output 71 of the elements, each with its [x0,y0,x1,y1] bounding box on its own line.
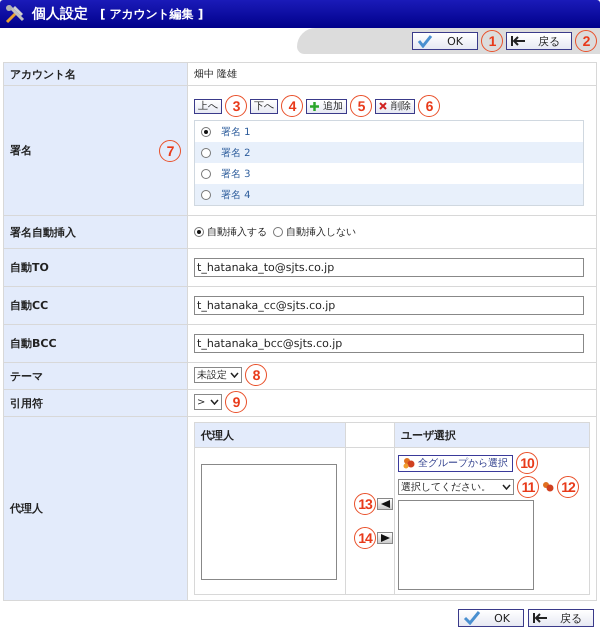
callout-number: 3 [225,95,247,117]
field-label: アカウント名 [4,62,188,86]
signature-item[interactable]: 署名 1 [221,124,251,138]
callout-number: 2 [575,30,597,52]
page-subtitle: [ アカウント編集 ] [100,6,204,22]
move-left-button[interactable] [377,498,393,510]
radio-button[interactable] [201,168,211,178]
callout-number: 12 [557,476,579,498]
ok-button[interactable]: OK [458,609,524,627]
signature-item[interactable]: 署名 2 [221,146,251,160]
proxy-list[interactable] [201,464,337,580]
account-name: 畑中 隆雄 [194,69,238,80]
callout-number: 7 [159,140,181,162]
back-arrow-icon [533,611,549,625]
callout-number: 14 [354,527,376,549]
input-field[interactable]: t_hatanaka_bcc@sjts.co.jp [194,334,584,353]
chevron-down-icon [230,372,239,378]
back-arrow-icon [511,34,527,48]
callout-number: 11 [517,476,539,498]
callout-number: 4 [281,95,303,117]
group-select-button[interactable]: 全グループから選択 [398,454,513,472]
input-field[interactable]: t_hatanaka_cc@sjts.co.jp [194,296,584,315]
move-button[interactable]: 上へ [194,98,222,114]
chevron-down-icon [210,399,219,405]
column-header: ユーザ選択 [394,422,590,448]
cross-icon [379,102,387,110]
signature-item[interactable]: 署名 3 [221,166,251,180]
radio-label: 自動挿入する [207,226,267,239]
chevron-down-icon [502,484,511,490]
radio-button[interactable] [273,227,283,237]
check-icon [417,34,433,48]
callout-number: 13 [354,493,376,515]
quote-select[interactable]: > [194,394,222,410]
group-select[interactable]: 選択してください。 [398,479,514,495]
plus-icon [310,102,319,110]
signature-item[interactable]: 署名 4 [221,188,251,202]
field-label: 代理人 [4,416,188,600]
field-label: 引用符 [4,390,188,416]
callout-number: 1 [481,30,503,52]
move-button[interactable]: 下へ [250,98,278,114]
theme-select[interactable]: 未設定 [194,367,242,383]
page-title: 個人設定 [32,5,88,23]
people-icon [403,457,415,469]
check-icon [463,611,481,625]
tools-icon [4,3,26,25]
callout-number: 9 [225,391,247,413]
radio-button[interactable] [194,227,204,237]
field-label: 自動BCC [4,324,188,362]
radio-button[interactable] [201,148,211,158]
input-field[interactable]: t_hatanaka_to@sjts.co.jp [194,258,584,277]
radio-label: 自動挿入しない [286,226,356,239]
ok-button[interactable]: OK [412,32,478,50]
move-right-button[interactable] [377,532,393,544]
callout-number: 8 [245,364,267,386]
people-icon[interactable] [542,481,554,493]
back-button[interactable]: 戻る [528,609,594,627]
radio-button[interactable] [201,190,211,200]
callout-number: 5 [350,95,372,117]
delete-button[interactable]: 削除 [375,98,415,114]
add-button[interactable]: 追加 [306,98,347,114]
radio-button[interactable] [201,126,211,136]
field-label: テーマ [4,362,188,390]
user-list[interactable] [398,500,534,590]
field-label: 自動CC [4,286,188,324]
column-header: 代理人 [194,422,346,448]
callout-number: 6 [418,95,440,117]
field-label: 署名自動挿入 [4,216,188,248]
back-button[interactable]: 戻る [506,32,572,50]
callout-number: 10 [516,452,538,474]
field-label: 自動TO [4,248,188,286]
field-label: 署名 7 [4,86,188,216]
